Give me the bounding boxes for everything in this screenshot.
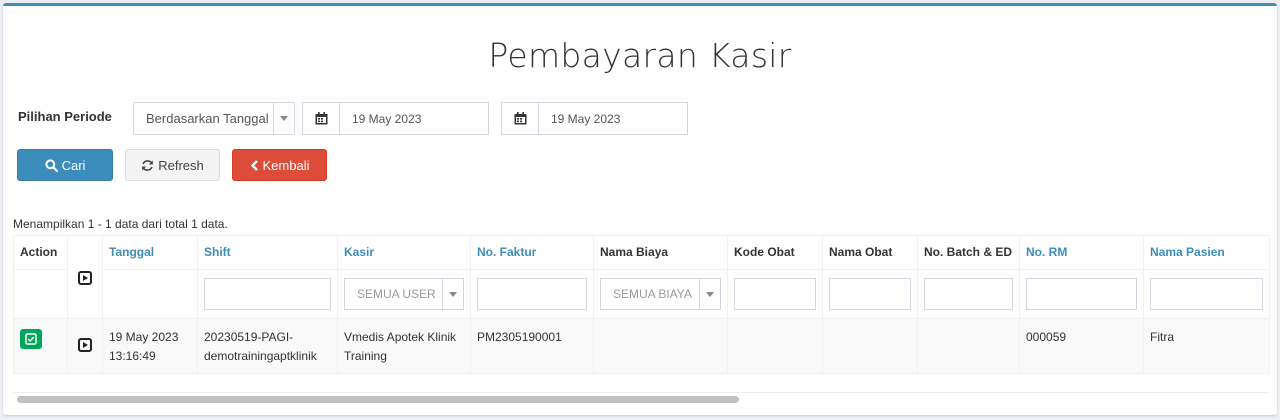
kasir-filter-value: SEMUA USER: [357, 287, 436, 301]
periode-select-value: Berdasarkan Tanggal: [146, 111, 269, 126]
no-rm-filter-input[interactable]: [1026, 278, 1137, 310]
play-icon[interactable]: [78, 270, 92, 285]
nama-obat-filter-input[interactable]: [829, 278, 911, 310]
no-batch-cell: [917, 318, 1020, 374]
table-header-row: Action Tanggal Shift Kasir No. Faktur Na…: [13, 235, 1270, 319]
shift-cell: 20230519-PAGI-demotrainingaptklinik: [197, 318, 338, 374]
date-to-group: 19 May 2023: [501, 102, 688, 135]
check-icon[interactable]: [20, 329, 42, 349]
table-summary: Menampilkan 1 - 1 data dari total 1 data…: [13, 217, 228, 231]
col-no-batch: No. Batch & ED: [917, 235, 1020, 270]
expand-header-cell: [67, 235, 103, 319]
shift-line1: 20230519-PAGI-: [204, 330, 294, 344]
nama-biaya-filter-select[interactable]: SEMUA BIAYA: [600, 278, 721, 310]
col-no-rm[interactable]: No. RM: [1019, 235, 1144, 270]
no-faktur-filter-input[interactable]: [477, 278, 587, 310]
shift-line2: demotrainingaptklinik: [204, 349, 317, 363]
col-shift[interactable]: Shift: [197, 235, 338, 270]
table-row: 19 May 2023 13:16:49 20230519-PAGI-demotr…: [13, 318, 1270, 374]
cari-button[interactable]: Cari: [17, 149, 113, 181]
main-panel: Pembayaran Kasir Pilihan Periode Berdasa…: [3, 3, 1277, 415]
play-icon[interactable]: [78, 338, 92, 352]
periode-select[interactable]: Berdasarkan Tanggal: [133, 102, 295, 135]
nama-pasien-cell: Fitra: [1143, 318, 1270, 374]
col-nama-biaya: Nama Biaya: [593, 235, 728, 270]
nama-biaya-filter-value: SEMUA BIAYA: [613, 287, 692, 301]
tanggal-date: 19 May 2023: [109, 330, 179, 344]
kasir-cell: Vmedis Apotek Klinik Training: [337, 318, 471, 374]
filter-cell-no-rm: [1019, 269, 1144, 319]
col-nama-pasien[interactable]: Nama Pasien: [1143, 235, 1270, 270]
scrollbar-thumb[interactable]: [17, 396, 739, 403]
filter-cell-no-batch: [917, 269, 1020, 319]
col-action: Action: [13, 235, 68, 270]
table-filter-row: SEMUA USER SEMUA BIAYA: [13, 269, 1270, 319]
chevron-down-icon: [442, 279, 463, 309]
no-batch-filter-input[interactable]: [924, 278, 1013, 310]
filter-cell-tanggal: [102, 269, 198, 319]
col-kasir[interactable]: Kasir: [337, 235, 471, 270]
kode-obat-filter-input[interactable]: [734, 278, 816, 310]
col-tanggal[interactable]: Tanggal: [102, 235, 198, 270]
date-from-input[interactable]: 19 May 2023: [340, 102, 489, 135]
kode-obat-cell: [727, 318, 823, 374]
filter-cell-nama-obat: [822, 269, 918, 319]
date-from-group: 19 May 2023: [302, 102, 489, 135]
filter-cell-nama-biaya: SEMUA BIAYA: [593, 269, 728, 319]
col-no-faktur[interactable]: No. Faktur: [470, 235, 594, 270]
tanggal-cell: 19 May 2023 13:16:49: [102, 318, 198, 374]
search-icon: [44, 158, 58, 172]
kembali-button[interactable]: Kembali: [232, 149, 327, 181]
refresh-button[interactable]: Refresh: [125, 149, 220, 181]
cari-label: Cari: [61, 157, 86, 173]
chevron-down-icon: [699, 279, 720, 309]
col-kode-obat: Kode Obat: [727, 235, 823, 270]
filter-cell-action: [13, 269, 68, 319]
action-cell: [13, 318, 68, 374]
no-rm-cell: 000059: [1019, 318, 1144, 374]
shift-filter-input[interactable]: [204, 278, 331, 310]
filter-cell-no-faktur: [470, 269, 594, 319]
filter-cell-nama-pasien: [1143, 269, 1270, 319]
data-table: Action Tanggal Shift Kasir No. Faktur Na…: [13, 235, 1270, 374]
filter-cell-kasir: SEMUA USER: [337, 269, 471, 319]
col-nama-obat: Nama Obat: [822, 235, 918, 270]
page-title: Pembayaran Kasir: [488, 36, 792, 75]
calendar-icon[interactable]: [501, 102, 539, 135]
kasir-line2: Training: [344, 349, 387, 363]
nama-pasien-filter-input[interactable]: [1150, 278, 1263, 310]
kembali-label: Kembali: [262, 157, 310, 173]
periode-label: Pilihan Periode: [18, 109, 112, 124]
date-to-input[interactable]: 19 May 2023: [539, 102, 688, 135]
tanggal-time: 13:16:49: [109, 349, 156, 363]
kasir-line1: Vmedis Apotek Klinik: [344, 330, 457, 344]
calendar-icon[interactable]: [302, 102, 340, 135]
kasir-filter-select[interactable]: SEMUA USER: [344, 278, 464, 310]
refresh-icon: [142, 159, 154, 171]
refresh-label: Refresh: [158, 157, 204, 173]
filter-cell-shift: [197, 269, 338, 319]
nama-biaya-cell: [593, 318, 728, 374]
chevron-down-icon: [273, 103, 294, 134]
horizontal-scrollbar[interactable]: [13, 392, 1269, 404]
nama-obat-cell: [822, 318, 918, 374]
expand-cell: [67, 318, 103, 374]
chevron-left-icon: [250, 159, 258, 171]
no-faktur-cell: PM2305190001: [470, 318, 594, 374]
filter-cell-kode-obat: [727, 269, 823, 319]
